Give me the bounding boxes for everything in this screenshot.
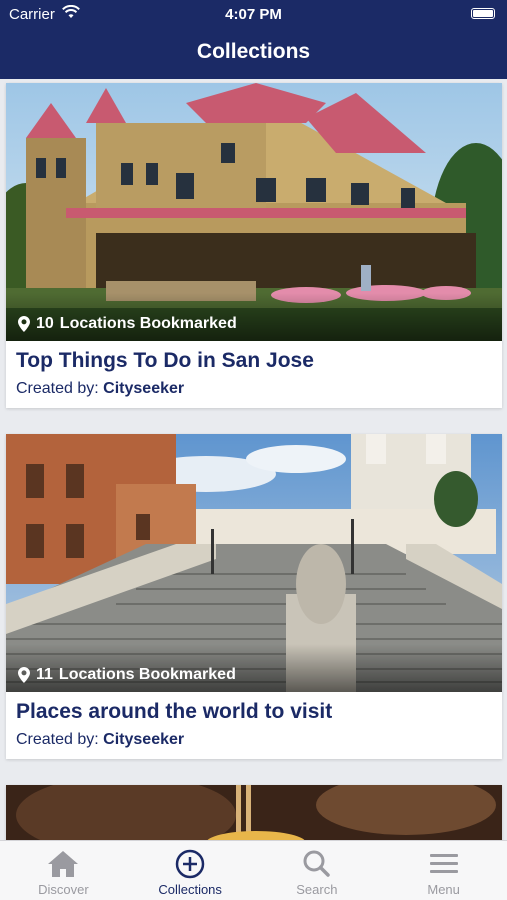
collection-card[interactable]: 11 Locations Bookmarked Places around th… — [6, 434, 502, 759]
bookmark-count: 10 Locations Bookmarked — [18, 315, 237, 333]
add-circle-icon — [175, 849, 205, 879]
bookmark-count-label: Locations Bookmarked — [58, 666, 236, 683]
battery-icon — [471, 8, 495, 19]
clock: 4:07 PM — [225, 6, 282, 23]
search-icon — [303, 850, 330, 877]
bookmark-count: 11 Locations Bookmarked — [18, 666, 236, 684]
creator-name: Cityseeker — [103, 731, 185, 748]
collection-title[interactable]: Top Things To Do in San Jose — [16, 348, 492, 374]
tab-search-label: Search — [296, 882, 338, 897]
collection-card[interactable]: 10 Locations Bookmarked Top Things To Do… — [6, 83, 502, 408]
collection-image: 11 Locations Bookmarked — [6, 434, 502, 692]
collection-creator: Created by: Cityseeker — [16, 731, 492, 749]
tab-collections[interactable]: Collections — [127, 841, 254, 900]
location-pin-icon — [18, 667, 30, 683]
collection-image: 10 Locations Bookmarked — [6, 83, 502, 341]
tab-discover[interactable]: Discover — [0, 841, 127, 900]
tab-bar: Discover Collections Search Menu — [0, 840, 507, 900]
tab-discover-label: Discover — [38, 882, 89, 897]
hamburger-menu-icon — [429, 854, 458, 873]
bookmark-count-value: 11 — [36, 666, 53, 683]
tab-menu[interactable]: Menu — [380, 841, 507, 900]
creator-prefix: Created by: — [16, 731, 99, 748]
status-bar: Carrier 4:07 PM — [0, 0, 507, 28]
collections-feed[interactable]: 10 Locations Bookmarked Top Things To Do… — [0, 79, 507, 840]
tab-collections-label: Collections — [158, 882, 222, 897]
collection-card[interactable] — [6, 785, 502, 840]
collection-image — [6, 785, 502, 840]
tab-search[interactable]: Search — [254, 841, 381, 900]
home-icon — [48, 851, 79, 877]
bookmark-count-value: 10 — [36, 315, 54, 332]
collection-creator: Created by: Cityseeker — [16, 380, 492, 398]
navigation-header: Carrier 4:07 PM Collections — [0, 0, 507, 79]
collection-title[interactable]: Places around the world to visit — [16, 699, 492, 725]
creator-name: Cityseeker — [103, 380, 185, 397]
location-pin-icon — [18, 316, 30, 332]
bookmark-count-label: Locations Bookmarked — [59, 315, 237, 332]
creator-prefix: Created by: — [16, 380, 99, 397]
tab-menu-label: Menu — [427, 882, 460, 897]
page-title: Collections — [196, 40, 311, 63]
